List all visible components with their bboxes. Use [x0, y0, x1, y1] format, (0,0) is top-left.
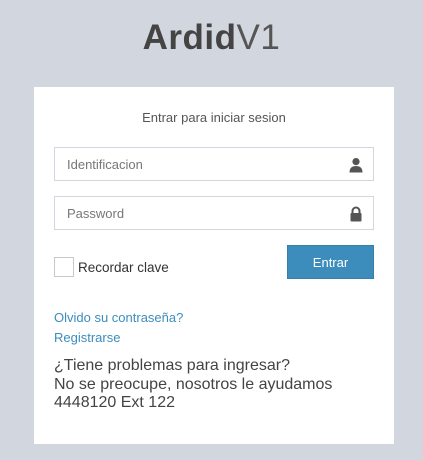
lock-icon	[350, 206, 362, 222]
login-button[interactable]: Entrar	[287, 245, 374, 279]
help-line-question: ¿Tiene problemas para ingresar?	[54, 357, 290, 374]
remember-label: Recordar clave	[78, 259, 169, 275]
help-line-reassure: No se preocupe, nosotros le ayudamos	[54, 375, 333, 393]
password-field-group	[54, 196, 374, 230]
logo-version: V1	[236, 18, 281, 57]
login-box: Entrar para iniciar sesion Recordar clav…	[34, 87, 394, 444]
username-field-group	[54, 147, 374, 181]
user-icon	[349, 158, 363, 173]
remember-me: Recordar clave	[54, 256, 169, 278]
forgot-password-link[interactable]: Olvido su contraseña?	[54, 310, 183, 325]
login-message: Entrar para iniciar sesion	[142, 110, 286, 125]
help-line-phone: 4448120 Ext 122	[54, 394, 175, 411]
app-logo: ArdidV1	[0, 18, 423, 58]
register-link[interactable]: Registrarse	[54, 330, 120, 345]
remember-checkbox[interactable]	[54, 257, 74, 277]
password-input[interactable]	[55, 197, 373, 229]
help-text: ¿Tiene problemas para ingresar? No se pr…	[54, 357, 384, 413]
username-input[interactable]	[55, 148, 373, 180]
logo-brand: Ardid	[142, 18, 237, 57]
